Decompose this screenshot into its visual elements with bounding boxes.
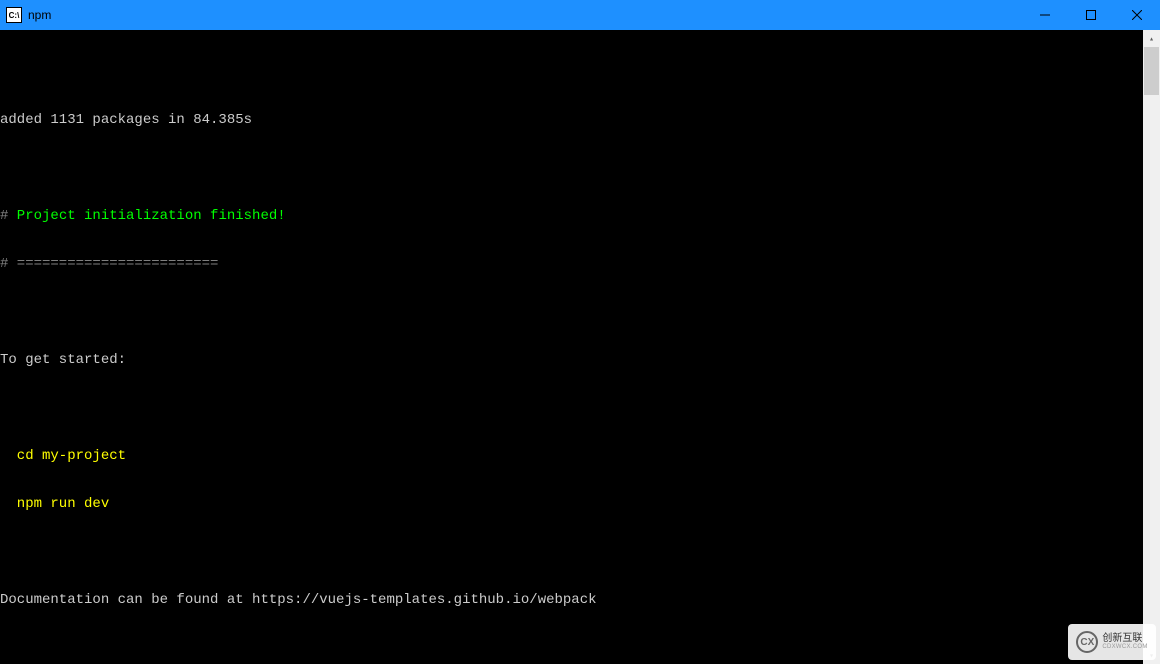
command-hint: npm run dev — [0, 496, 1143, 512]
output-line: Documentation can be found at https://vu… — [0, 592, 1143, 608]
watermark-main: 创新互联 — [1102, 633, 1147, 644]
window-titlebar[interactable]: C:\ npm — [0, 0, 1160, 30]
scroll-up-button[interactable]: ▴ — [1143, 30, 1160, 47]
success-msg: Project initialization finished! — [8, 208, 285, 224]
watermark-sub: CDXWCX.COM — [1102, 644, 1147, 651]
window-controls — [1022, 0, 1160, 30]
window-title: npm — [28, 8, 51, 22]
output-line — [0, 400, 1143, 416]
minimize-icon — [1040, 10, 1050, 20]
output-line — [0, 544, 1143, 560]
vertical-scrollbar[interactable]: ▴ ▾ — [1143, 30, 1160, 664]
output-line — [0, 64, 1143, 80]
output-line: # ======================== — [0, 256, 1143, 272]
terminal-container: added 1131 packages in 84.385s # Project… — [0, 30, 1160, 664]
command-hint: cd my-project — [0, 448, 1143, 464]
minimize-button[interactable] — [1022, 0, 1068, 30]
watermark-logo-icon: CX — [1076, 631, 1098, 653]
close-icon — [1132, 10, 1142, 20]
output-line — [0, 160, 1143, 176]
maximize-button[interactable] — [1068, 0, 1114, 30]
output-line: To get started: — [0, 352, 1143, 368]
output-line — [0, 640, 1143, 656]
watermark: CX 创新互联 CDXWCX.COM — [1068, 624, 1156, 660]
maximize-icon — [1086, 10, 1096, 20]
output-line: added 1131 packages in 84.385s — [0, 112, 1143, 128]
output-line — [0, 304, 1143, 320]
scroll-thumb[interactable] — [1144, 47, 1159, 95]
app-icon: C:\ — [6, 7, 22, 23]
output-line: # Project initialization finished! — [0, 208, 1143, 224]
terminal-output[interactable]: added 1131 packages in 84.385s # Project… — [0, 30, 1143, 664]
close-button[interactable] — [1114, 0, 1160, 30]
